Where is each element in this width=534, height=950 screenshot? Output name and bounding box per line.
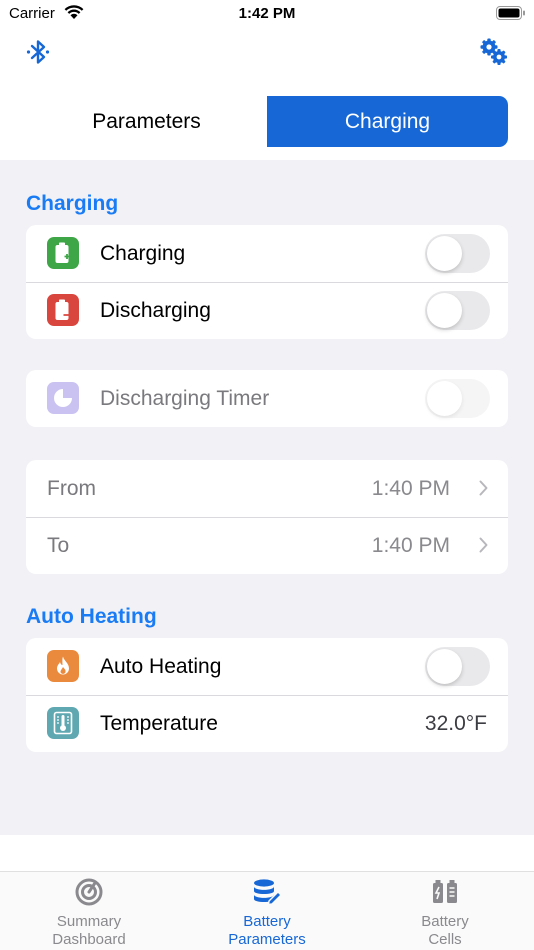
time-range-group: From 1:40 PM To 1:40 PM (26, 460, 508, 574)
section-title-charging: Charging (26, 192, 119, 215)
row-charging: Charging (26, 225, 508, 282)
charging-group: Charging Discharging (26, 225, 508, 339)
charging-toggle[interactable] (425, 234, 490, 273)
tab-label-line1: Battery (243, 913, 291, 930)
battery-icon (496, 6, 526, 24)
tab-label: Battery Cells (356, 913, 534, 949)
bluetooth-button[interactable] (22, 38, 54, 70)
row-label: Discharging (100, 298, 211, 322)
row-label: To (47, 533, 70, 557)
segment-charging[interactable]: Charging (267, 96, 508, 147)
toggle-knob (427, 649, 462, 684)
battery-plus-icon (47, 237, 79, 269)
section-title-auto-heating: Auto Heating (26, 605, 157, 628)
row-to[interactable]: To 1:40 PM (26, 517, 508, 574)
tab-battery-cells[interactable]: Battery Cells (356, 872, 534, 950)
row-label: From (47, 476, 96, 500)
flame-icon (47, 650, 79, 682)
row-auto-heating: Auto Heating (26, 638, 508, 695)
tab-label-line2: Cells (428, 931, 462, 948)
to-value: 1:40 PM (371, 533, 450, 557)
gears-icon (479, 37, 509, 72)
thermometer-icon (47, 707, 79, 739)
row-label: Auto Heating (100, 654, 222, 678)
settings-button[interactable] (478, 38, 510, 70)
toggle-knob (427, 236, 462, 271)
tab-summary-dashboard[interactable]: Summary Dashboard (0, 872, 178, 950)
row-from[interactable]: From 1:40 PM (26, 460, 508, 517)
row-label: Temperature (100, 711, 218, 735)
status-bar: Carrier 1:42 PM (0, 0, 534, 30)
toggle-knob (427, 381, 462, 416)
tab-bar: Summary Dashboard Battery Parameters Bat… (0, 871, 534, 950)
settings-content: Charging Charging Discharging Dischargin… (0, 160, 534, 835)
status-time: 1:42 PM (238, 5, 296, 22)
tab-label: Summary Dashboard (0, 913, 178, 949)
timer-icon (47, 382, 79, 414)
tab-label-line2: Dashboard (52, 931, 126, 948)
segmented-control: Parameters Charging (26, 96, 508, 147)
row-discharging-timer: Discharging Timer (26, 370, 508, 427)
row-temperature[interactable]: Temperature 32.0°F (26, 695, 508, 752)
chevron-right-icon (479, 537, 488, 558)
from-value: 1:40 PM (371, 476, 450, 500)
discharging-toggle[interactable] (425, 291, 490, 330)
timer-group: Discharging Timer (26, 370, 508, 427)
tab-label: Battery Parameters (178, 913, 356, 949)
row-discharging: Discharging (26, 282, 508, 339)
dashboard-icon (75, 878, 103, 911)
battery-minus-icon (47, 294, 79, 326)
row-label: Discharging Timer (100, 386, 270, 410)
heating-group: Auto Heating Temperature 32.0°F (26, 638, 508, 752)
tab-label-line2: Parameters (228, 931, 306, 948)
auto-heating-toggle[interactable] (425, 647, 490, 686)
temperature-value: 32.0°F (424, 711, 487, 735)
row-label: Charging (100, 241, 186, 265)
tab-label-line1: Summary (56, 913, 122, 930)
tab-battery-parameters[interactable]: Battery Parameters (178, 872, 356, 950)
battery-cells-icon (431, 878, 459, 911)
tab-label-line1: Battery (421, 913, 469, 930)
toggle-knob (427, 293, 462, 328)
bluetooth-icon (25, 38, 51, 71)
segment-parameters[interactable]: Parameters (26, 96, 267, 147)
chevron-right-icon (479, 480, 488, 501)
database-edit-icon (252, 878, 282, 911)
discharging-timer-toggle[interactable] (425, 379, 490, 418)
